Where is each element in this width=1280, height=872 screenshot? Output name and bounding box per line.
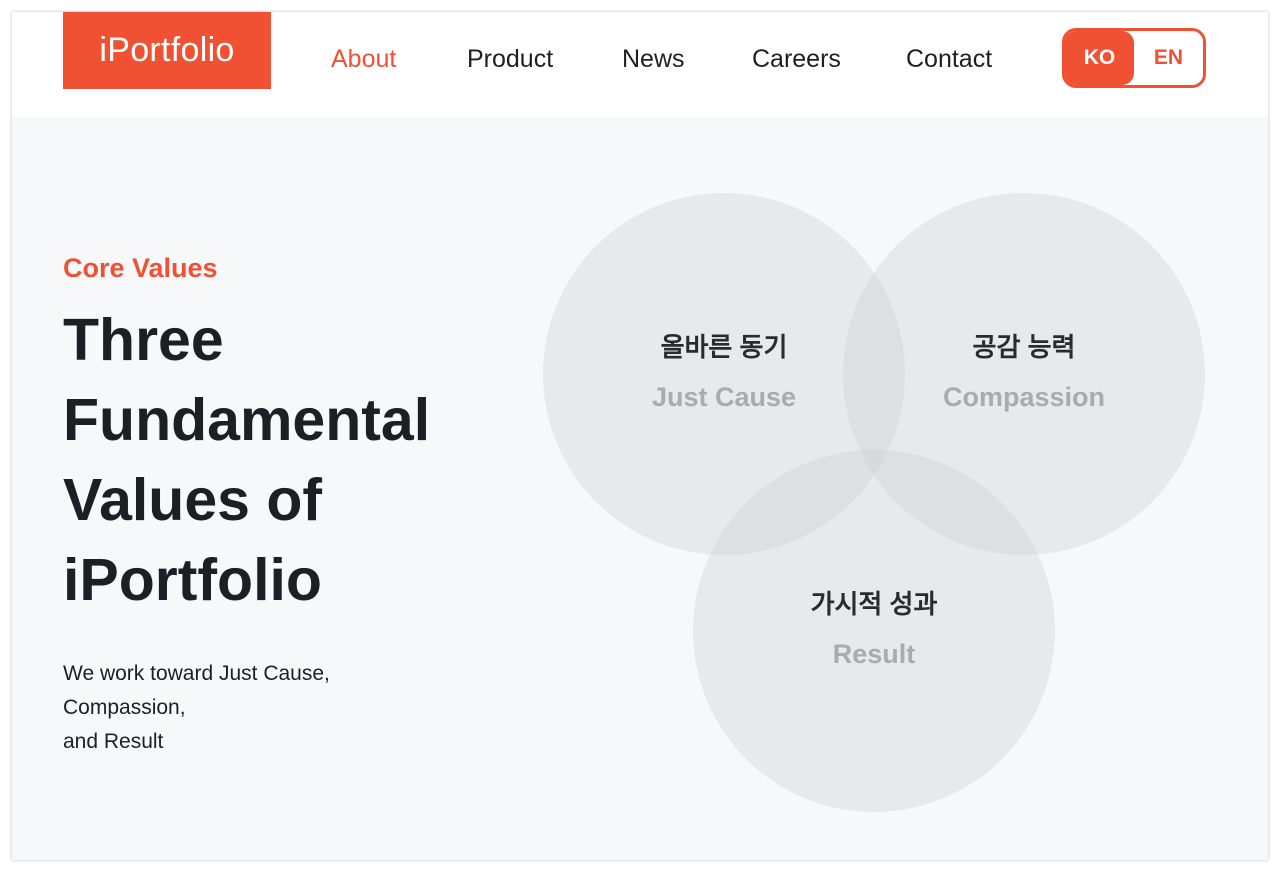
section-eyebrow: Core Values [63, 253, 218, 283]
lang-en-button[interactable]: EN [1134, 31, 1203, 85]
language-toggle: KO EN [1062, 28, 1206, 88]
nav-item-product[interactable]: Product [467, 42, 553, 76]
page-title: Three Fundamental Values of iPortfolio [63, 300, 523, 620]
page-frame: iPortfolio About Product News Careers Co… [12, 12, 1268, 860]
nav-item-careers[interactable]: Careers [752, 42, 841, 76]
site-header: iPortfolio About Product News Careers Co… [12, 12, 1268, 117]
description-line: Compassion, [63, 696, 186, 719]
description-line: and Result [63, 730, 164, 753]
value-ko-label: 가시적 성과 [810, 589, 938, 619]
lang-ko-button[interactable]: KO [1065, 31, 1134, 85]
value-label-result: 가시적 성과 Result [693, 586, 1055, 672]
value-label-compassion: 공감 능력 Compassion [843, 329, 1205, 415]
core-values-section: Core Values Three Fundamental Values of … [12, 117, 1268, 860]
section-description: We work toward Just Cause, Compassion, a… [63, 657, 483, 759]
value-en-label: Result [832, 639, 916, 669]
title-line: Values of [63, 467, 323, 533]
logo[interactable]: iPortfolio [63, 12, 271, 89]
title-line: Fundamental [63, 387, 431, 453]
nav-item-about[interactable]: About [331, 42, 396, 76]
nav-item-contact[interactable]: Contact [906, 42, 992, 76]
value-ko-label: 공감 능력 [972, 332, 1076, 362]
nav-item-news[interactable]: News [622, 42, 685, 76]
description-line: We work toward Just Cause, [63, 662, 330, 685]
title-line: Three [63, 307, 224, 373]
value-en-label: Compassion [942, 382, 1106, 412]
title-line: iPortfolio [63, 547, 322, 613]
